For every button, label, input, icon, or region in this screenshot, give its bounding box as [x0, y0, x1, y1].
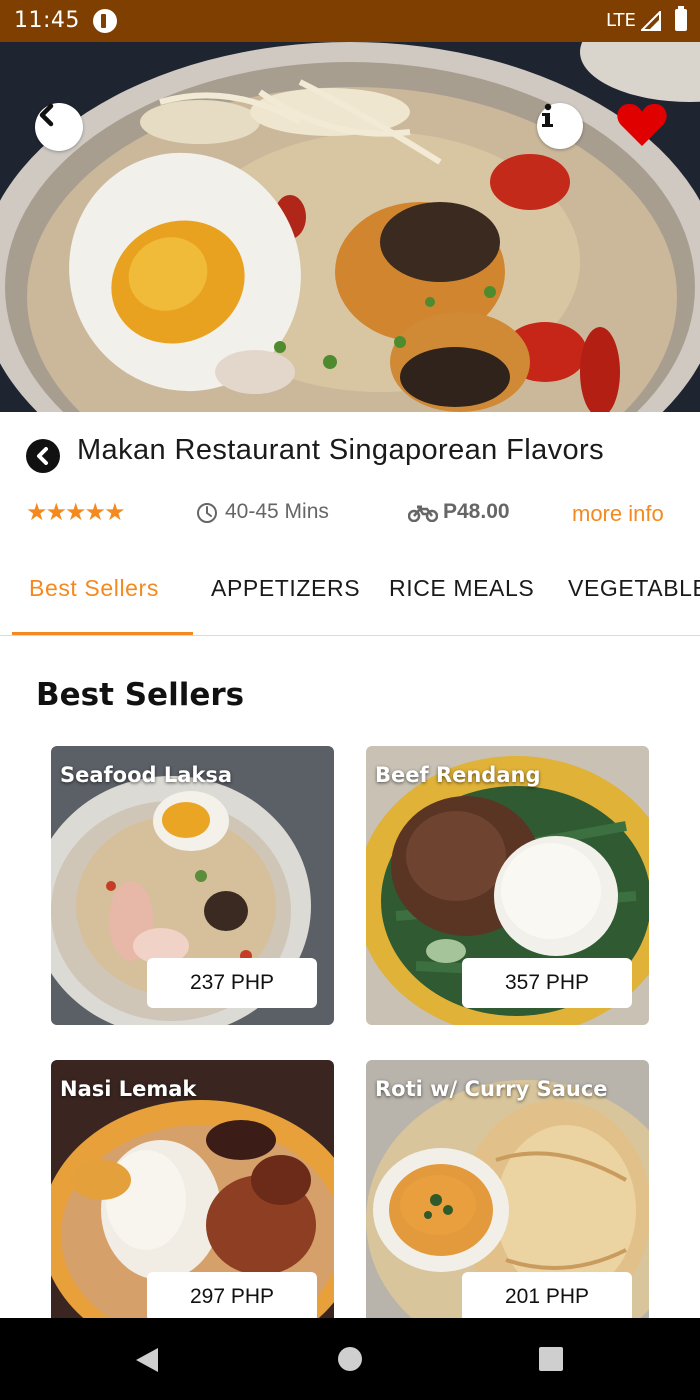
back-icon [37, 447, 48, 465]
more-info-link[interactable]: more info [572, 501, 664, 527]
network-type: LTE [606, 10, 636, 31]
menu-item-card[interactable]: Nasi Lemak 297 PHP [51, 1060, 334, 1339]
battery-icon [675, 6, 687, 31]
item-price: 237 PHP [147, 958, 317, 1008]
category-tabs: Best Sellers APPETIZERS RICE MEALS VEGET… [0, 555, 700, 636]
motorcycle-icon [408, 505, 438, 522]
menu-item-card[interactable]: Beef Rendang 357 PHP [366, 746, 649, 1025]
back-icon [39, 103, 54, 127]
menu-item-card[interactable]: Seafood Laksa 237 PHP [51, 746, 334, 1025]
nav-home-icon[interactable] [338, 1347, 362, 1371]
active-tab-indicator [12, 632, 193, 635]
heart-icon [617, 103, 667, 146]
nav-back-icon[interactable] [134, 1346, 160, 1374]
nav-recents-icon[interactable] [539, 1347, 563, 1371]
item-price: 297 PHP [147, 1272, 317, 1322]
rating-stars: ★★★★★ [26, 498, 126, 526]
item-price: 201 PHP [462, 1272, 632, 1322]
delivery-fee: P48.00 [443, 500, 510, 523]
info-button[interactable] [537, 103, 583, 149]
item-price: 357 PHP [462, 958, 632, 1008]
clock-icon [197, 503, 217, 523]
restaurant-name: Makan Restaurant Singaporean Flavors [77, 434, 605, 466]
back-button[interactable] [35, 103, 83, 151]
item-name: Roti w/ Curry Sauce [375, 1077, 608, 1101]
section-title: Best Sellers [36, 677, 245, 713]
notification-app-icon [93, 9, 117, 33]
status-bar: 11:45 LTE [0, 0, 700, 42]
menu-item-card[interactable]: Roti w/ Curry Sauce 201 PHP [366, 1060, 649, 1339]
item-name: Beef Rendang [375, 763, 541, 787]
tab-vegetables[interactable]: VEGETABLES [568, 575, 700, 602]
status-time: 11:45 [14, 8, 80, 33]
delivery-time: 40-45 Mins [225, 500, 329, 523]
restaurant-header: Makan Restaurant Singaporean Flavors ★★★… [0, 412, 700, 542]
favorite-button[interactable] [616, 102, 668, 148]
item-name: Seafood Laksa [60, 763, 233, 787]
tab-rice-meals[interactable]: RICE MEALS [389, 575, 534, 602]
hero-image [0, 42, 700, 412]
restaurant-back-button[interactable] [26, 439, 60, 473]
signal-icon [641, 11, 661, 31]
item-name: Nasi Lemak [60, 1077, 197, 1101]
info-icon [542, 103, 553, 127]
system-navigation-bar [0, 1318, 700, 1400]
tab-appetizers[interactable]: APPETIZERS [211, 575, 360, 602]
tab-best-sellers[interactable]: Best Sellers [29, 575, 159, 602]
